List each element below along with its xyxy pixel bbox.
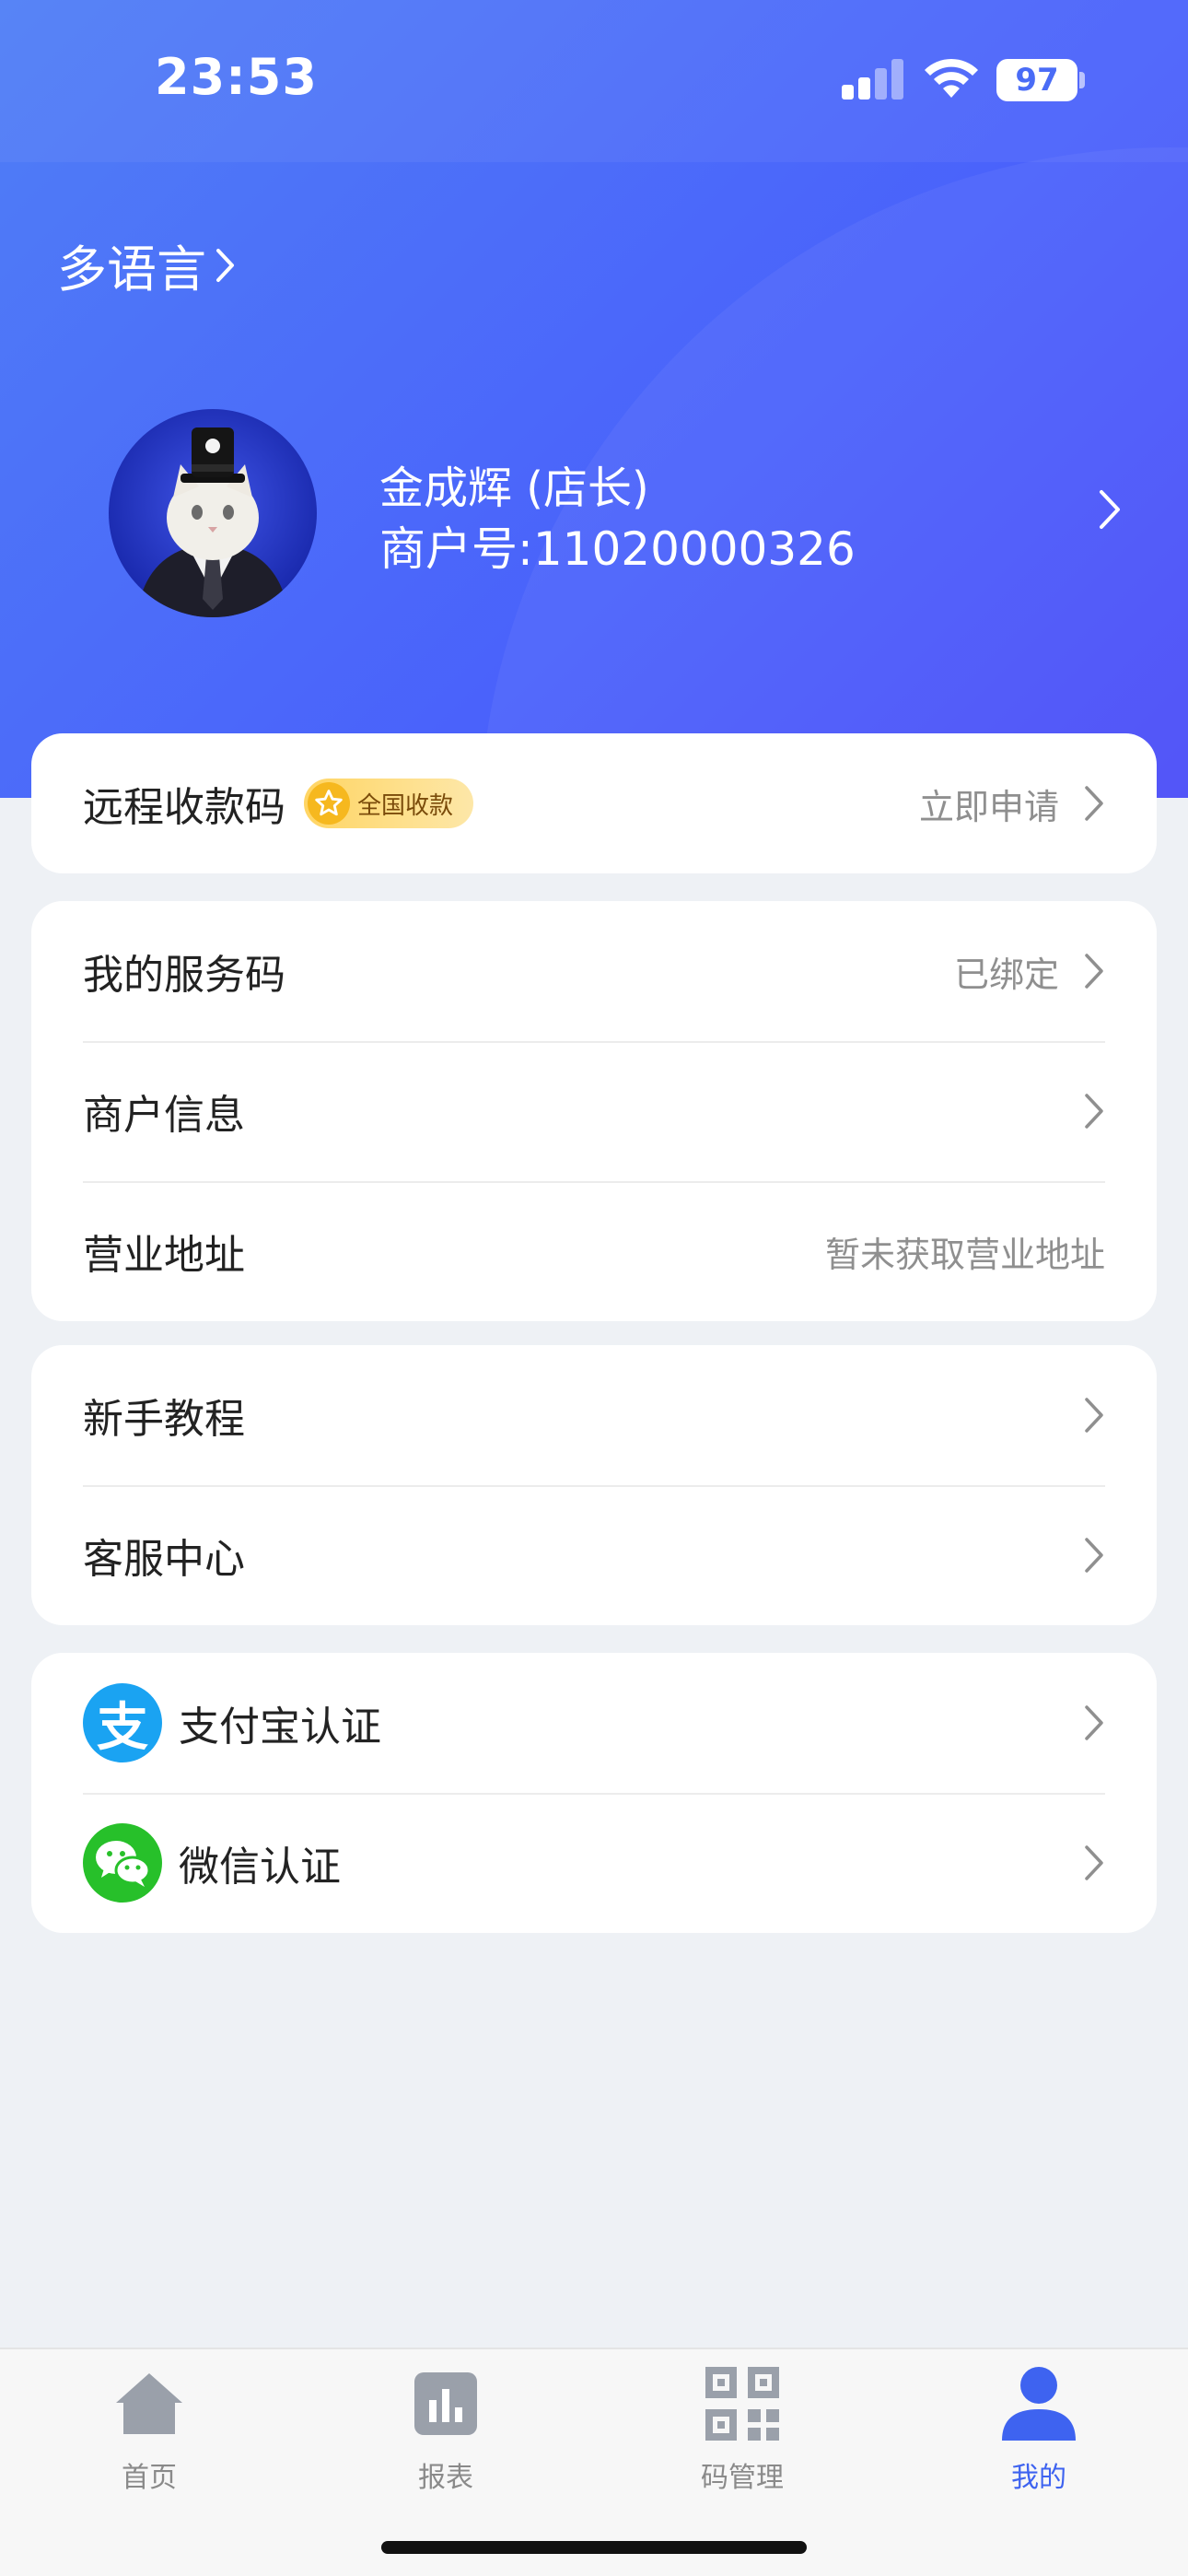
alipay-icon: 支: [83, 1683, 162, 1762]
wechat-auth-label: 微信认证: [179, 1844, 341, 1891]
tab-mine-label: 我的: [1011, 2462, 1066, 2494]
battery-nub: [1079, 72, 1085, 88]
wifi-icon: [925, 58, 978, 98]
business-address-value: 暂未获取营业地址: [824, 1234, 1105, 1275]
business-address-label: 营业地址: [83, 1232, 245, 1279]
wechat-chevron-group: [1083, 1844, 1105, 1882]
business-address-value-group: 暂未获取营业地址: [825, 1226, 1105, 1277]
merchant-info-chevron-group: [1083, 1092, 1105, 1130]
chevron-right-icon: [1085, 954, 1103, 989]
business-address-row[interactable]: 营业地址 暂未获取营业地址: [31, 1181, 1157, 1321]
cellular-signal-icon: [842, 59, 904, 100]
remote-payment-row[interactable]: 远程收款码 全国收款 立即申请: [31, 733, 1157, 873]
service-code-status: 已绑定: [953, 954, 1059, 995]
wechat-auth-row[interactable]: 微信认证: [31, 1793, 1157, 1933]
service-code-label: 我的服务码: [83, 952, 285, 999]
merchant-card: 我的服务码 已绑定 商户信息 营业地址 暂未获取营业地址: [31, 901, 1157, 1321]
tab-reports[interactable]: 报表: [354, 2366, 538, 2504]
auth-card: 支 支付宝认证 微信认证: [31, 1653, 1157, 1933]
chart-icon: [408, 2366, 483, 2441]
tutorial-chevron-group: [1083, 1396, 1105, 1434]
language-switcher[interactable]: 多语言: [57, 228, 236, 301]
chevron-right-icon: [1085, 1705, 1103, 1740]
chevron-right-icon: [216, 248, 234, 282]
user-name: 金成辉 (店长): [379, 463, 649, 514]
chevron-right-icon: [1085, 786, 1103, 821]
battery-indicator: 97: [996, 59, 1077, 101]
customer-service-label: 客服中心: [83, 1536, 245, 1583]
language-label: 多语言: [57, 240, 206, 299]
remote-payment-label: 远程收款码: [83, 784, 285, 831]
remote-payment-card: 远程收款码 全国收款 立即申请: [31, 733, 1157, 873]
tab-mine[interactable]: 我的: [947, 2366, 1131, 2504]
home-icon: [111, 2366, 187, 2441]
tutorial-label: 新手教程: [83, 1396, 245, 1443]
avatar[interactable]: [109, 409, 317, 617]
tab-home[interactable]: 首页: [57, 2366, 241, 2504]
merchant-id: 商户号:11020000326: [379, 522, 856, 576]
cat-avatar-icon: [136, 427, 289, 617]
tab-code-management[interactable]: 码管理: [650, 2366, 834, 2504]
help-card: 新手教程 客服中心: [31, 1345, 1157, 1625]
tab-home-label: 首页: [122, 2462, 177, 2494]
alipay-auth-label: 支付宝认证: [179, 1704, 381, 1751]
user-icon: [1001, 2366, 1077, 2441]
chevron-right-icon: [1085, 1538, 1103, 1573]
status-bar: 23:53 97: [0, 0, 1188, 162]
chevron-right-icon: [1085, 1398, 1103, 1433]
tutorial-row[interactable]: 新手教程: [31, 1345, 1157, 1485]
wechat-icon: [83, 1823, 162, 1903]
merchant-info-row[interactable]: 商户信息: [31, 1041, 1157, 1181]
service-code-status-group: 已绑定: [954, 946, 1105, 997]
qr-code-icon: [705, 2366, 780, 2441]
profile-chevron-icon[interactable]: [1098, 488, 1124, 531]
nationwide-badge: 全国收款: [304, 779, 474, 828]
chevron-right-icon: [1085, 1845, 1103, 1880]
alipay-auth-row[interactable]: 支 支付宝认证: [31, 1653, 1157, 1793]
status-time: 23:53: [155, 48, 318, 106]
customer-service-chevron-group: [1083, 1536, 1105, 1575]
tab-code-management-label: 码管理: [701, 2462, 784, 2494]
service-code-row[interactable]: 我的服务码 已绑定: [31, 901, 1157, 1041]
home-indicator[interactable]: [381, 2541, 807, 2554]
badge-text: 全国收款: [357, 791, 454, 820]
customer-service-row[interactable]: 客服中心: [31, 1485, 1157, 1625]
merchant-info-label: 商户信息: [83, 1092, 245, 1139]
chevron-right-icon: [1085, 1094, 1103, 1129]
alipay-chevron-group: [1083, 1704, 1105, 1742]
apply-label: 立即申请: [918, 786, 1059, 827]
star-icon: [308, 782, 350, 825]
tab-reports-label: 报表: [418, 2462, 473, 2494]
apply-action[interactable]: 立即申请: [919, 779, 1105, 829]
